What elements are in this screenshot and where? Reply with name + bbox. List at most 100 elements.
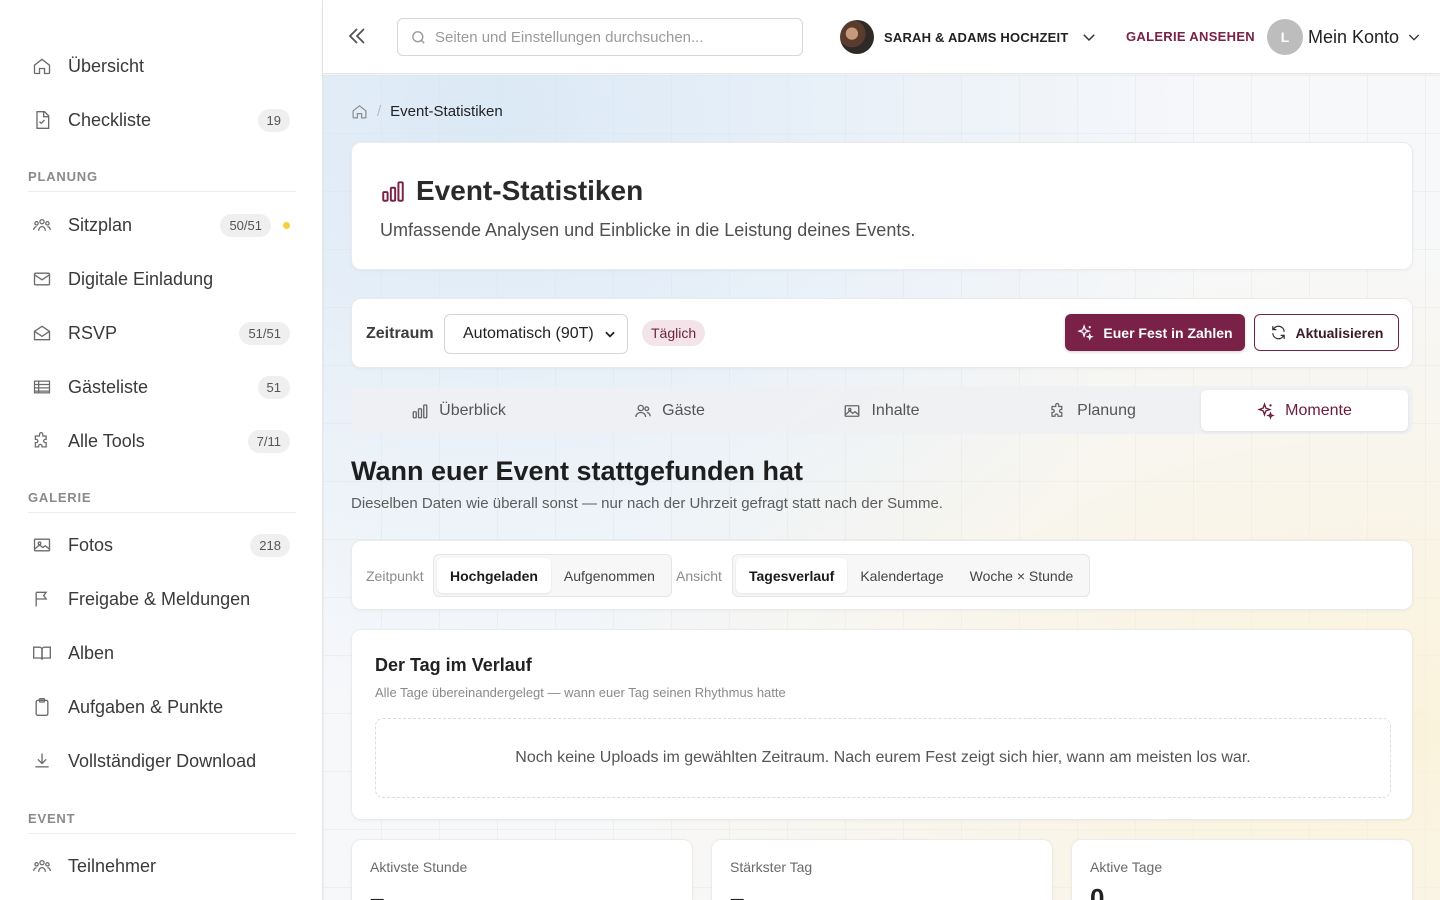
stat-value: – — [730, 883, 745, 900]
count-badge: 19 — [257, 108, 290, 132]
bar-chart-icon — [380, 178, 406, 204]
sidebar-item-fotos[interactable]: Fotos 218 — [28, 525, 292, 565]
count-badge: 7/11 — [247, 429, 290, 453]
main-content: / Event-Statistiken Event-Statistiken Um… — [323, 75, 1440, 900]
sidebar-item-rsvp[interactable]: RSVP 51/51 — [28, 313, 292, 353]
refresh-icon — [1270, 324, 1296, 341]
sidebar-item-alben[interactable]: Alben — [28, 633, 292, 673]
puzzle-icon — [28, 431, 60, 451]
sidebar-item-label: Vollständiger Download — [68, 750, 257, 771]
stats-summary-label: Euer Fest in Zahlen — [1103, 324, 1233, 341]
flag-icon — [28, 589, 60, 609]
section-label-event: EVENT — [28, 811, 296, 834]
account-menu[interactable]: L Mein Konto — [1267, 19, 1422, 55]
stat-card-aktivste-stunde: Aktivste Stunde – — [351, 839, 693, 900]
avatar: L — [1267, 19, 1303, 55]
tab-momente[interactable]: Momente — [1201, 390, 1408, 431]
sidebar-item-label: Aufgaben & Punkte — [68, 696, 224, 717]
sidebar-item-freigabe[interactable]: Freigabe & Meldungen — [28, 579, 292, 619]
sidebar-item-gaesteliste[interactable]: Gästeliste 51 — [28, 367, 292, 407]
ansicht-option-kalendertage[interactable]: Kalendertage — [847, 558, 956, 593]
chevron-down-icon — [1406, 29, 1422, 45]
image-icon — [843, 402, 871, 420]
bar-chart-icon — [411, 402, 439, 420]
day-card-title: Der Tag im Verlauf — [375, 655, 532, 675]
image-icon — [28, 535, 60, 555]
zeitpunkt-option-hochgeladen[interactable]: Hochgeladen — [437, 558, 551, 593]
stats-summary-button[interactable]: Euer Fest in Zahlen — [1065, 314, 1245, 351]
tab-label: Planung — [1077, 401, 1136, 419]
stat-card-staerkster-tag: Stärkster Tag – — [711, 839, 1053, 900]
stat-label: Stärkster Tag — [730, 859, 813, 875]
day-card-subtitle: Alle Tage übereinandergelegt — wann euer… — [375, 685, 786, 700]
sidebar-item-sitzplan[interactable]: Sitzplan 50/51 — [28, 205, 292, 245]
filter-bar: Zeitraum Automatisch (90T) Täglich Euer … — [351, 298, 1413, 368]
page-subtitle: Umfassende Analysen und Einblicke in die… — [380, 220, 916, 240]
interval-pill: Täglich — [642, 320, 706, 346]
home-icon — [28, 56, 60, 76]
tab-inhalte[interactable]: Inhalte — [778, 390, 985, 431]
sidebar-item-teilnehmer[interactable]: Teilnehmer — [28, 846, 292, 886]
stat-label: Aktive Tage — [1090, 859, 1163, 875]
ansicht-toggle: Tagesverlauf Kalendertage Woche × Stunde — [732, 554, 1091, 597]
sidebar-item-digitale-einladung[interactable]: Digitale Einladung — [28, 259, 292, 299]
sidebar-item-aufgaben[interactable]: Aufgaben & Punkte — [28, 687, 292, 727]
guestlist-icon — [28, 377, 60, 397]
tab-label: Überblick — [439, 401, 506, 419]
sidebar-item-label: Checkliste — [68, 109, 152, 130]
sidebar-item-label: Übersicht — [68, 55, 145, 76]
breadcrumb: / Event-Statistiken — [351, 103, 503, 120]
sparkle-icon — [1077, 324, 1103, 341]
tab-planung[interactable]: Planung — [989, 390, 1196, 431]
home-icon[interactable] — [351, 103, 368, 120]
event-name: SARAH & ADAMS HOCHZEIT — [884, 29, 1069, 45]
sparkle-icon — [1257, 401, 1285, 420]
stat-card-aktive-tage: Aktive Tage 0 — [1071, 839, 1413, 900]
event-avatar — [840, 20, 874, 54]
sidebar-item-uebersicht[interactable]: Übersicht — [28, 46, 292, 86]
zeitpunkt-toggle: Hochgeladen Aufgenommen — [433, 554, 672, 597]
count-badge: 50/51 — [220, 213, 271, 237]
ansicht-option-tagesverlauf[interactable]: Tagesverlauf — [736, 558, 848, 593]
double-chevron-left-icon — [345, 24, 369, 48]
status-dot — [283, 221, 290, 229]
count-badge: 51 — [257, 375, 290, 399]
search-box — [397, 18, 803, 56]
sidebar-item-label: Freigabe & Meldungen — [68, 588, 251, 609]
section-label-galerie: GALERIE — [28, 490, 296, 513]
breadcrumb-separator: / — [377, 103, 382, 120]
sidebar-item-label: RSVP — [68, 322, 118, 343]
sidebar-item-label: Digitale Einladung — [68, 268, 214, 289]
count-badge: 218 — [250, 533, 290, 557]
ansicht-option-woche-stunde[interactable]: Woche × Stunde — [957, 558, 1087, 593]
sidebar-item-alle-tools[interactable]: Alle Tools 7/11 — [28, 421, 292, 461]
zeitpunkt-label: Zeitpunkt — [366, 568, 424, 584]
ansicht-label: Ansicht — [676, 568, 722, 584]
tab-bar: Überblick Gäste Inhalte Planung Momente — [351, 386, 1413, 434]
zeitraum-label: Zeitraum — [366, 325, 434, 342]
account-label: Mein Konto — [1308, 26, 1400, 47]
breadcrumb-current: Event-Statistiken — [390, 103, 503, 120]
zeitraum-select[interactable]: Automatisch (90T) — [444, 314, 628, 354]
mail-icon — [28, 269, 60, 289]
view-gallery-link[interactable]: GALERIE ANSEHEN — [1126, 29, 1255, 44]
sidebar-item-label: Alben — [68, 642, 115, 663]
view-options-card: Zeitpunkt Hochgeladen Aufgenommen Ansich… — [351, 540, 1413, 610]
refresh-label: Aktualisieren — [1295, 324, 1384, 341]
sidebar-item-download[interactable]: Vollständiger Download — [28, 741, 292, 781]
sidebar-item-checkliste[interactable]: Checkliste 19 — [28, 100, 292, 140]
refresh-button[interactable]: Aktualisieren — [1254, 314, 1399, 351]
section-subtitle: Dieselben Daten wie überall sonst — nur … — [351, 495, 943, 512]
tab-ueberblick[interactable]: Überblick — [355, 390, 562, 431]
sidebar-item-label: Gästeliste — [68, 376, 149, 397]
zeitpunkt-option-aufgenommen[interactable]: Aufgenommen — [551, 558, 668, 593]
sidebar-item-label: Teilnehmer — [68, 855, 157, 876]
sidebar-item-label: Alle Tools — [68, 430, 145, 451]
tab-label: Gäste — [662, 401, 705, 419]
count-badge: 51/51 — [239, 321, 290, 345]
collapse-sidebar-button[interactable] — [345, 24, 369, 48]
search-input[interactable] — [435, 28, 775, 46]
event-switcher[interactable]: SARAH & ADAMS HOCHZEIT — [840, 19, 1098, 55]
checklist-icon — [28, 110, 60, 130]
tab-gaeste[interactable]: Gäste — [566, 390, 773, 431]
